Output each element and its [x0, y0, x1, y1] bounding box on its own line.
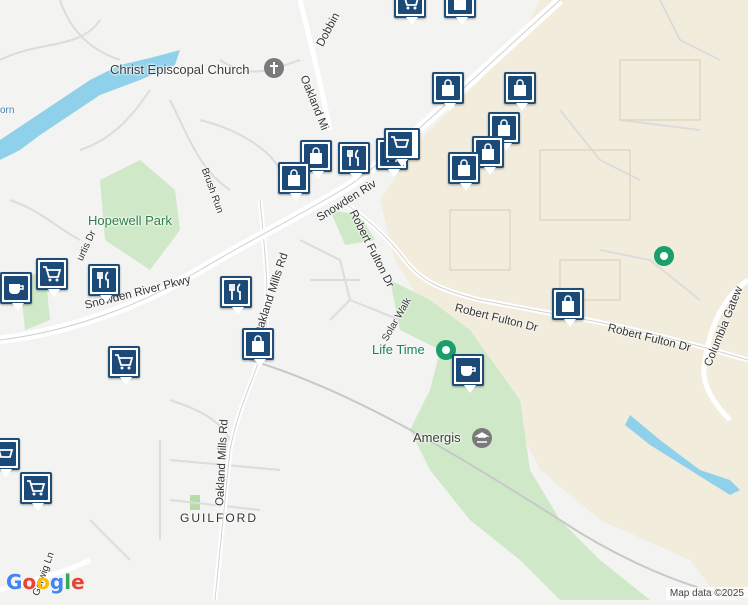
google-logo: Google	[6, 570, 85, 594]
restaurant-marker-icon[interactable]	[220, 276, 252, 315]
place-label-guilford: GUILFORD	[180, 511, 259, 525]
shopping-cart-marker-icon[interactable]	[108, 346, 140, 385]
office-icon[interactable]	[472, 428, 492, 448]
church-icon[interactable]	[264, 58, 284, 78]
restaurant-marker-icon[interactable]	[88, 264, 120, 303]
poi-label-park[interactable]: Hopewell Park	[88, 213, 172, 228]
shopping-cart-marker-icon[interactable]	[36, 258, 68, 297]
poi-label-church[interactable]: Christ Episcopal Church	[110, 62, 249, 77]
poi-label-gym[interactable]: Life Time	[372, 342, 425, 357]
map-canvas[interactable]: Snowden River Pkwy Robert Fulton Dr Robe…	[0, 0, 748, 601]
water-label: orn	[0, 105, 15, 116]
poi-label-office[interactable]: Amergis	[413, 430, 461, 445]
map-attribution[interactable]: Map data ©2025	[665, 587, 748, 600]
restaurant-marker-icon[interactable]	[338, 142, 370, 181]
shopping-bag-marker-icon[interactable]	[242, 328, 274, 367]
place-marker-icon[interactable]	[654, 246, 674, 266]
shopping-bag-marker-icon[interactable]	[444, 0, 476, 25]
shopping-bag-marker-icon[interactable]	[278, 162, 310, 201]
shopping-bag-marker-icon[interactable]	[432, 72, 464, 111]
shopping-bag-marker-icon[interactable]	[448, 152, 480, 191]
cafe-marker-icon[interactable]	[452, 354, 484, 393]
shopping-bag-marker-icon[interactable]	[552, 288, 584, 327]
shopping-cart-marker-icon[interactable]	[20, 472, 52, 511]
shopping-cart-marker-icon[interactable]	[0, 438, 20, 477]
shopping-bag-marker-icon[interactable]	[504, 72, 536, 111]
shopping-cart-marker-icon[interactable]	[394, 0, 426, 25]
cafe-marker-icon[interactable]	[0, 272, 32, 311]
shopping-cart-marker-icon[interactable]	[384, 128, 420, 167]
